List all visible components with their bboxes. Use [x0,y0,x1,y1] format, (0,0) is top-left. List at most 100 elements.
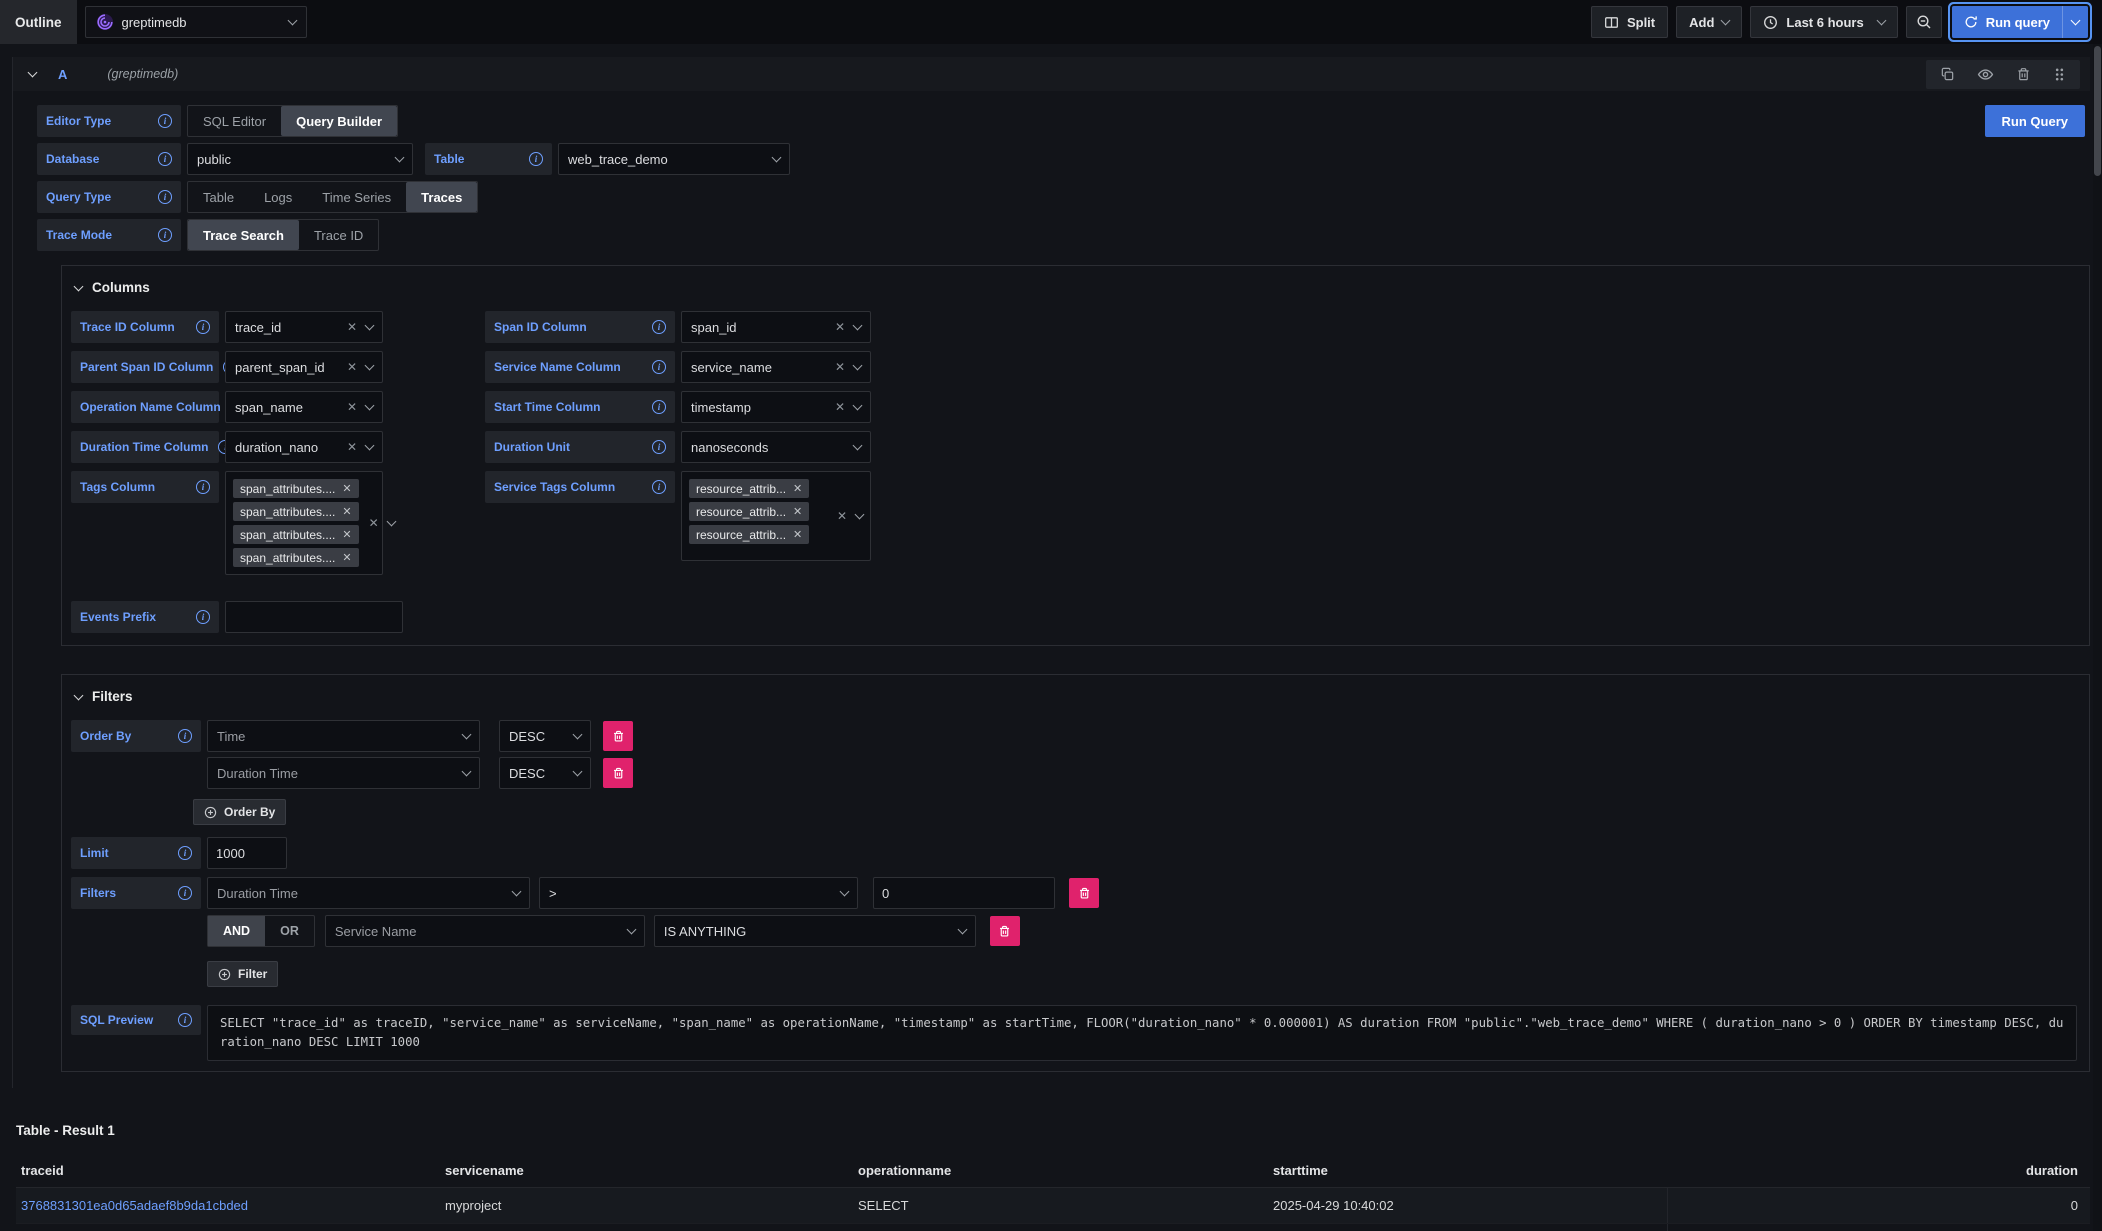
duration-time-column-select[interactable]: duration_nano ✕ [225,431,383,463]
datasource-picker[interactable]: greptimedb [85,6,307,38]
tag-chip[interactable]: span_attributes....✕ [233,525,359,544]
clear-all-icon[interactable]: ✕ [837,509,847,523]
info-icon[interactable] [178,1013,192,1027]
info-icon[interactable] [652,400,666,414]
info-icon[interactable] [158,228,172,242]
tag-chip[interactable]: span_attributes....✕ [233,502,359,521]
toggle-visibility-eye-icon[interactable] [1977,66,1994,83]
add-button[interactable]: Add [1676,6,1742,38]
chip-remove-icon[interactable]: ✕ [793,482,802,495]
outline-button[interactable]: Outline [0,0,77,44]
info-icon[interactable] [178,886,192,900]
segment-or[interactable]: OR [265,916,314,946]
clear-icon[interactable]: ✕ [347,320,357,334]
filter-value-input[interactable] [873,877,1055,909]
column-header-servicename[interactable]: servicename [440,1163,853,1178]
trace-id-link[interactable]: 3768831301ea0d65adaef8b9da1cbded [16,1198,440,1213]
query-row-header[interactable]: A (greptimedb) [13,57,2090,91]
clear-icon[interactable]: ✕ [835,360,845,374]
info-icon[interactable] [652,440,666,454]
column-header-starttime[interactable]: starttime [1268,1163,1668,1178]
column-header-traceid[interactable]: traceid [16,1163,440,1178]
service-tag-chip[interactable]: resource_attrib...✕ [689,502,809,521]
filter-operator-select[interactable]: IS ANYTHING [654,915,976,947]
service-name-column-select[interactable]: service_name ✕ [681,351,871,383]
segment-traces[interactable]: Traces [406,182,477,212]
filter-field-select[interactable]: Service Name [325,915,645,947]
order-by-direction-select[interactable]: DESC [499,720,591,752]
run-query-caret-button[interactable] [2062,6,2088,38]
chip-remove-icon[interactable]: ✕ [793,528,802,541]
drag-handle-grip-icon[interactable] [2053,67,2066,82]
trace-id-column-select[interactable]: trace_id ✕ [225,311,383,343]
table-row[interactable]: 3768831301ea0d65adaef8b9da1cbded myproje… [16,1224,2090,1231]
split-button[interactable]: Split [1591,6,1668,38]
service-tags-column-multiselect[interactable]: resource_attrib...✕ resource_attrib...✕ … [681,471,871,561]
info-icon[interactable] [196,610,210,624]
chip-remove-icon[interactable]: ✕ [342,505,351,518]
clear-icon[interactable]: ✕ [835,320,845,334]
info-icon[interactable] [158,114,172,128]
tags-column-multiselect[interactable]: span_attributes....✕ span_attributes....… [225,471,383,575]
chip-remove-icon[interactable]: ✕ [342,551,351,564]
start-time-column-select[interactable]: timestamp ✕ [681,391,871,423]
remove-order-by-button[interactable] [603,721,633,751]
span-id-column-select[interactable]: span_id ✕ [681,311,871,343]
info-icon[interactable] [652,480,666,494]
segment-trace-search[interactable]: Trace Search [188,220,299,250]
info-icon[interactable] [178,729,192,743]
chip-remove-icon[interactable]: ✕ [793,505,802,518]
collapse-chevron-icon[interactable] [28,68,38,78]
tag-chip[interactable]: span_attributes....✕ [233,548,359,567]
service-tag-chip[interactable]: resource_attrib...✕ [689,479,809,498]
segment-table[interactable]: Table [188,182,249,212]
parent-span-id-column-select[interactable]: parent_span_id ✕ [225,351,383,383]
columns-section-header[interactable]: Columns [71,274,2077,311]
clear-icon[interactable]: ✕ [347,400,357,414]
zoom-out-time-button[interactable] [1906,6,1942,38]
duration-unit-select[interactable]: nanoseconds [681,431,871,463]
chip-remove-icon[interactable]: ✕ [342,528,351,541]
filters-section-header[interactable]: Filters [71,683,2077,720]
info-icon[interactable] [652,360,666,374]
events-prefix-input[interactable] [225,601,403,633]
segment-time-series[interactable]: Time Series [307,182,406,212]
service-tag-chip[interactable]: resource_attrib...✕ [689,525,809,544]
info-icon[interactable] [529,152,543,166]
table-select[interactable]: web_trace_demo [558,143,790,175]
info-icon[interactable] [652,320,666,334]
filter-field-select[interactable]: Duration Time [207,877,530,909]
segment-trace-id[interactable]: Trace ID [299,220,378,250]
panel-run-query-button[interactable]: Run Query [1985,105,2085,137]
remove-filter-button[interactable] [1069,878,1099,908]
info-icon[interactable] [196,480,210,494]
info-icon[interactable] [196,320,210,334]
time-range-picker[interactable]: Last 6 hours [1750,6,1897,38]
chip-remove-icon[interactable]: ✕ [342,482,351,495]
clear-all-icon[interactable]: ✕ [369,516,379,530]
run-query-button[interactable]: Run query [1952,6,2062,38]
segment-query-builder[interactable]: Query Builder [281,106,397,136]
clear-icon[interactable]: ✕ [835,400,845,414]
segment-sql-editor[interactable]: SQL Editor [188,106,281,136]
filter-operator-select[interactable]: > [539,877,858,909]
segment-logs[interactable]: Logs [249,182,307,212]
order-by-direction-select[interactable]: DESC [499,757,591,789]
database-select[interactable]: public [187,143,413,175]
scrollbar-track[interactable] [2093,44,2102,1231]
remove-order-by-button[interactable] [603,758,633,788]
column-header-duration[interactable]: duration [1668,1163,2090,1178]
clear-icon[interactable]: ✕ [347,360,357,374]
order-by-field-select[interactable]: Time [207,720,480,752]
add-order-by-button[interactable]: Order By [193,799,286,825]
duplicate-query-icon[interactable] [1940,67,1955,82]
add-filter-button[interactable]: Filter [207,961,278,987]
clear-icon[interactable]: ✕ [347,440,357,454]
info-icon[interactable] [158,152,172,166]
scrollbar-thumb[interactable] [2094,46,2101,176]
tag-chip[interactable]: span_attributes....✕ [233,479,359,498]
table-row[interactable]: 3768831301ea0d65adaef8b9da1cbded myproje… [16,1188,2090,1224]
operation-name-column-select[interactable]: span_name ✕ [225,391,383,423]
remove-filter-button[interactable] [990,916,1020,946]
segment-and[interactable]: AND [208,916,265,946]
